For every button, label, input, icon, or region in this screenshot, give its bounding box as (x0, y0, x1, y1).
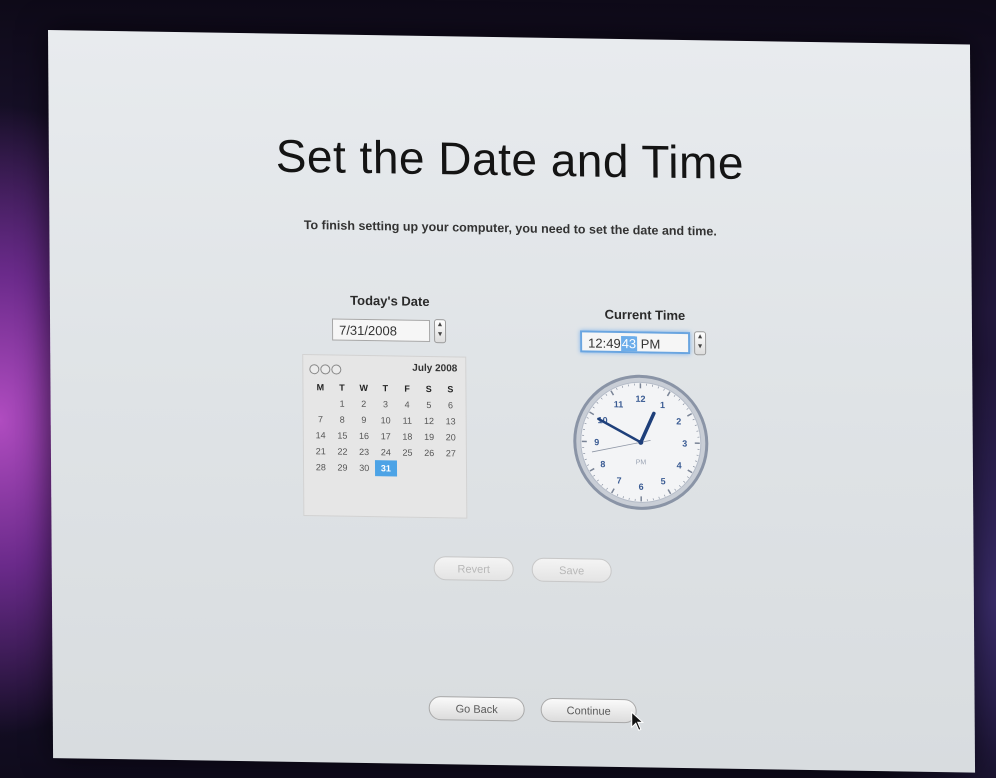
window-controls-icon (309, 361, 342, 379)
analog-clock[interactable]: 121234567891011PM (570, 371, 711, 513)
calendar-weekday: S (425, 383, 432, 395)
clock-numeral: 9 (594, 437, 599, 447)
calendar-day[interactable]: 30 (353, 460, 375, 476)
clock-ampm-label: PM (636, 459, 647, 466)
calendar-day[interactable]: 28 (310, 459, 332, 475)
calendar-empty-cell (310, 395, 332, 411)
calendar-day[interactable]: 15 (331, 427, 353, 443)
calendar-day[interactable]: 23 (353, 444, 375, 460)
clock-numeral: 6 (639, 482, 644, 492)
calendar-day[interactable]: 29 (332, 459, 354, 475)
calendar-weekday: S (447, 384, 454, 395)
calendar-day[interactable]: 17 (375, 428, 397, 444)
clock-numeral: 8 (600, 459, 605, 469)
calendar-weekday: M (316, 382, 325, 393)
clock-numeral: 7 (617, 476, 622, 486)
clock-numeral: 3 (682, 438, 687, 448)
continue-button[interactable]: Continue (540, 697, 637, 724)
go-back-button[interactable]: Go Back (428, 695, 525, 722)
calendar-day[interactable]: 18 (396, 428, 418, 444)
calendar-weekday: T (339, 382, 345, 393)
calendar-day[interactable]: 24 (375, 444, 397, 460)
calendar-header: July 2008 (309, 361, 459, 377)
time-field[interactable]: 12:4943 PM (580, 330, 691, 355)
calendar-day[interactable]: 1 (331, 395, 353, 411)
current-time-label: Current Time (604, 306, 686, 324)
calendar-day[interactable]: 3 (375, 396, 397, 412)
calendar-day[interactable]: 21 (310, 443, 332, 459)
calendar-day[interactable]: 9 (353, 412, 375, 428)
calendar-day[interactable]: 14 (310, 427, 332, 443)
todays-date-label: Today's Date (350, 292, 430, 310)
stepper-up-icon[interactable]: ▲ (695, 332, 705, 342)
clock-numeral: 12 (635, 394, 645, 404)
calendar-day[interactable]: 4 (396, 396, 418, 412)
date-stepper[interactable]: ▲ ▼ (433, 319, 447, 344)
calendar-weekday: T (382, 383, 389, 394)
calendar-month-title: July 2008 (412, 362, 458, 375)
date-field[interactable]: 7/31/2008 (331, 318, 431, 343)
calendar-day[interactable]: 13 (440, 413, 462, 429)
clock-numeral: 2 (676, 416, 681, 426)
calendar-empty-cell (440, 461, 462, 477)
calendar-day[interactable]: 19 (418, 429, 440, 445)
calendar-day[interactable]: 31 (375, 460, 397, 477)
stepper-down-icon[interactable]: ▼ (435, 330, 445, 340)
calendar-day[interactable]: 7 (310, 411, 332, 427)
calendar-day[interactable]: 27 (440, 445, 462, 461)
clock-numeral: 1 (660, 400, 665, 410)
calendar-day[interactable]: 5 (418, 397, 440, 413)
revert-button[interactable]: Revert (433, 556, 514, 582)
calendar-day[interactable]: 8 (331, 411, 353, 427)
time-stepper[interactable]: ▲ ▼ (694, 331, 707, 356)
stepper-down-icon[interactable]: ▼ (695, 342, 705, 352)
clock-numeral: 5 (661, 476, 666, 486)
mouse-pointer-icon (631, 711, 645, 731)
setup-assistant-window: Set the Date and Time To finish setting … (48, 30, 976, 773)
calendar-day[interactable]: 6 (440, 397, 462, 413)
calendar-empty-cell (418, 461, 440, 477)
page-subtitle: To finish setting up your computer, you … (303, 218, 717, 239)
calendar-day[interactable]: 26 (418, 445, 440, 461)
time-ampm[interactable]: PM (641, 336, 661, 351)
calendar-weekday: W (359, 382, 368, 394)
calendar: July 2008 M T W T F S S 1 2 3 4 5 6 7 8 9 10 11 12 13 14 15 16… (302, 354, 468, 519)
save-button[interactable]: Save (531, 557, 612, 583)
calendar-day[interactable]: 16 (353, 428, 375, 444)
calendar-empty-cell (397, 460, 419, 476)
calendar-weekday: F (404, 383, 410, 394)
clock-numeral: 11 (614, 399, 624, 409)
calendar-day[interactable]: 12 (418, 413, 440, 429)
time-hours-minutes[interactable]: 12:49 (588, 335, 621, 351)
calendar-day[interactable]: 20 (440, 429, 462, 445)
calendar-week-row: 28 29 30 31 (310, 459, 462, 477)
stepper-up-icon[interactable]: ▲ (435, 320, 445, 330)
calendar-grid: M T W T F S S 1 2 3 4 5 6 7 8 9 10 11 12 13 14 15 16 17 18 19 20 21… (309, 379, 462, 477)
calendar-day[interactable]: 2 (353, 396, 375, 412)
calendar-day[interactable]: 22 (332, 443, 354, 459)
calendar-day[interactable]: 11 (396, 412, 418, 428)
calendar-day[interactable]: 25 (397, 444, 419, 460)
clock-numeral: 4 (677, 460, 682, 470)
page-title: Set the Date and Time (275, 129, 745, 189)
calendar-day[interactable]: 10 (375, 412, 397, 428)
time-seconds-selected[interactable]: 43 (620, 336, 638, 352)
